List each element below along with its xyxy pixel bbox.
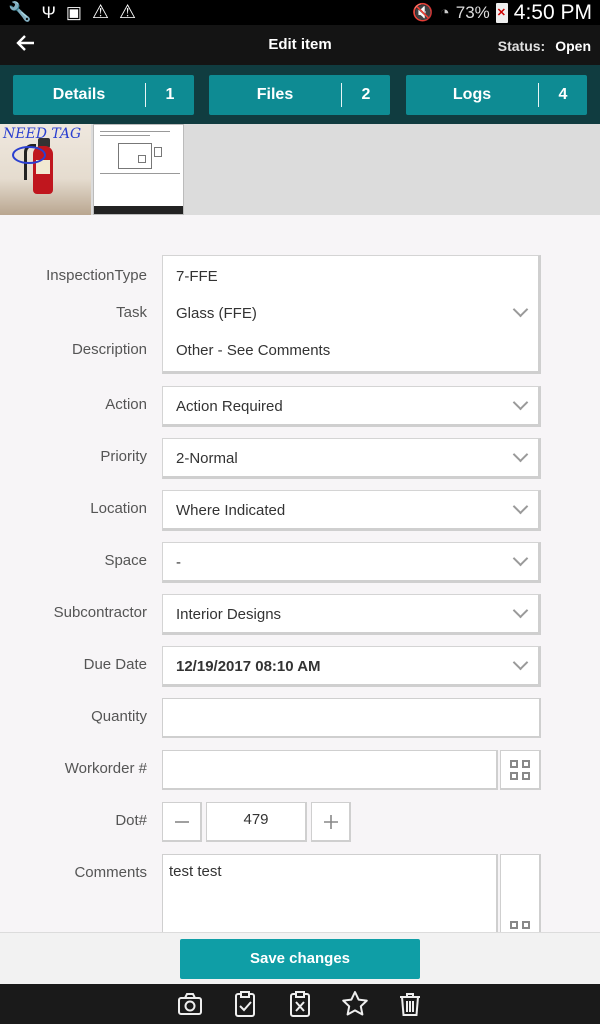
space-label: Space [104,552,147,569]
description-label: Description [71,341,147,358]
space-value: - [176,554,181,571]
tab-logs[interactable]: Logs 4 [406,75,587,115]
chevron-down-icon [512,498,529,515]
clipboard-x-icon[interactable] [286,990,316,1018]
priority-select[interactable]: 2-Normal [162,438,541,479]
doc-box [138,155,146,163]
increment-button[interactable] [311,802,351,842]
doc-line [100,173,180,174]
image-icon: ▣ [65,3,82,22]
doc-box [118,143,152,169]
notification-icons: 🔧 Ψ ▣ ⚠ ⚠ [8,2,136,23]
status-bar: 🔧 Ψ ▣ ⚠ ⚠ 🔇 ◔ 73% 4:50 PM [0,0,600,25]
photo-thumbnail[interactable]: NEED TAG [0,124,91,215]
subcontractor-select[interactable]: Interior Designs [162,594,541,635]
due-date-value: 12/19/2017 08:10 AM [176,658,321,675]
chevron-down-icon [512,654,529,671]
priority-value: 2-Normal [176,450,238,467]
comments-label: Comments [74,864,147,881]
inspection-type-label: InspectionType [46,267,147,284]
chevron-down-icon [512,301,529,318]
tab-logs-count: 4 [558,86,568,103]
workorder-label: Workorder # [64,760,147,777]
inspection-type-value: 7-FFE [176,268,218,285]
tab-logs-label: Logs [452,86,492,103]
task-value: Glass (FFE) [176,305,257,322]
attachment-strip: NEED TAG [0,124,600,215]
bottom-toolbar [0,984,600,1024]
comments-scan-button[interactable] [500,854,541,944]
warning-icon: ⚠ [91,2,109,23]
action-value: Action Required [176,398,283,415]
status-label: Status: [497,38,546,54]
battery-icon [495,2,508,23]
chevron-down-icon [512,602,529,619]
document-thumbnail[interactable] [93,124,184,215]
mute-icon: 🔇 [412,2,434,22]
doc-line [100,135,150,136]
usb-icon: Ψ [41,3,56,22]
task-label: Task [116,304,147,321]
chevron-down-icon [512,394,529,411]
dot-label: Dot# [115,812,147,829]
save-changes-button[interactable]: Save changes [180,939,420,979]
workorder-input[interactable] [162,750,498,790]
workorder-scan-button[interactable] [500,750,541,790]
comments-textarea[interactable]: test test [162,854,498,944]
clock: 4:50 PM [513,0,592,24]
location-value: Where Indicated [176,502,286,519]
trash-icon[interactable] [396,990,426,1018]
quantity-label: Quantity [91,708,147,725]
camera-icon[interactable] [176,990,206,1018]
tab-files-label: Files [256,86,294,103]
location-select[interactable]: Where Indicated [162,490,541,531]
tab-details-count: 1 [165,86,175,103]
doc-toolbar [94,206,183,214]
status-value: Open [555,38,591,54]
photo-annotation-text: NEED TAG [3,126,82,142]
wrench-icon: 🔧 [8,2,32,23]
header-bar: Edit item Status: Open [0,25,600,65]
battery-percent: 73% [455,2,490,22]
action-select[interactable]: Action Required [162,386,541,427]
subcontractor-value: Interior Designs [176,606,282,623]
tab-details[interactable]: Details 1 [13,75,194,115]
tab-files-count: 2 [361,86,371,103]
dot-value-field[interactable]: 479 [206,802,307,842]
tab-bar: Details 1 Files 2 Logs 4 [0,65,600,124]
star-icon[interactable] [341,990,371,1018]
priority-label: Priority [100,448,147,465]
wifi-icon: ◔ [439,2,450,22]
subcontractor-label: Subcontractor [53,604,147,621]
tab-files[interactable]: Files 2 [209,75,390,115]
save-area: Save changes [0,932,600,984]
clipboard-check-icon[interactable] [231,990,261,1018]
due-date-label: Due Date [83,656,147,673]
space-select[interactable]: - [162,542,541,583]
minus-icon [174,821,189,823]
decrement-button[interactable] [162,802,202,842]
inspection-task-select[interactable]: 7-FFE Glass (FFE) Other - See Comments [162,255,541,374]
description-value: Other - See Comments [176,342,331,359]
due-date-picker[interactable]: 12/19/2017 08:10 AM [162,646,541,687]
doc-box [154,147,162,157]
annotation-circle [12,146,46,164]
status-indicator: Status: Open [498,38,591,54]
qr-code-icon [510,760,532,782]
action-label: Action [105,396,147,413]
plus-icon [323,815,338,829]
chevron-down-icon [512,550,529,567]
location-label: Location [90,500,147,517]
chevron-down-icon [512,446,529,463]
doc-line [100,131,170,132]
tab-details-label: Details [52,86,106,103]
quantity-input[interactable] [162,698,541,738]
warning-icon: ⚠ [118,2,137,23]
